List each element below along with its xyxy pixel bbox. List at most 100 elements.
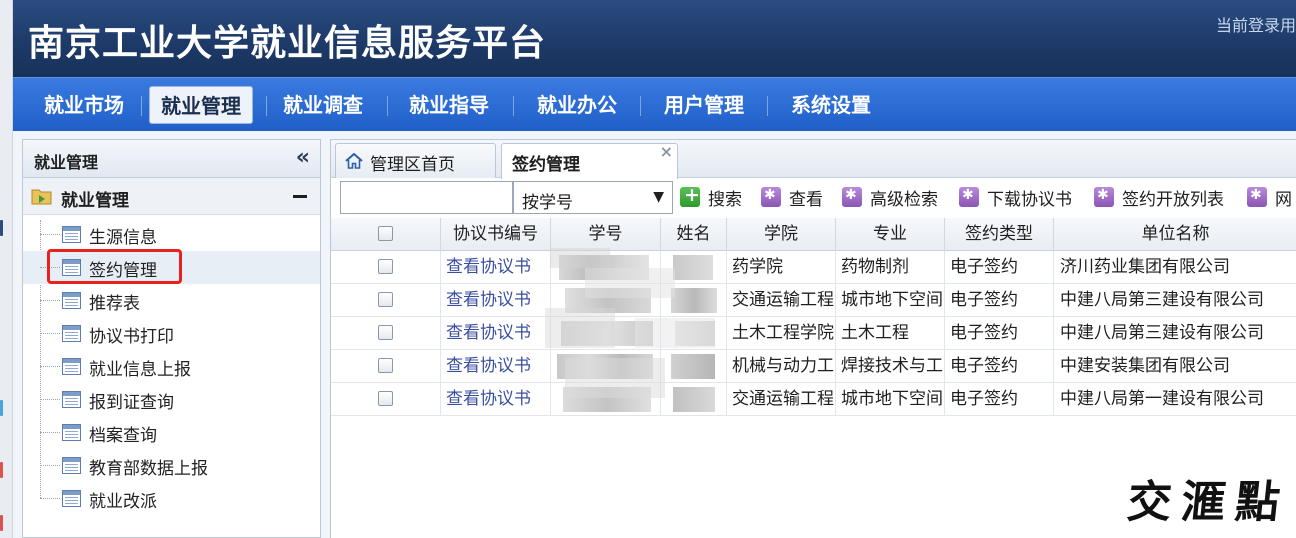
app-window: 南京工业大学就业信息服务平台 当前登录用户 就业市场 就业管理 就业调查 就业指… — [0, 0, 1296, 538]
tab-bar: 管理区首页 签约管理 × — [331, 140, 1296, 179]
college-cell: 药学院 — [727, 251, 836, 284]
nav-item-employment-guidance[interactable]: 就业指导 — [397, 86, 501, 124]
column-header[interactable]: 学号 — [551, 218, 661, 251]
major-cell: 城市地下空间 — [836, 284, 945, 317]
college-cell: 交通运输工程 — [727, 284, 836, 317]
download-agreement-button[interactable]: 下载协议书 — [959, 183, 1085, 213]
sign-type-cell: 电子签约 — [945, 317, 1054, 350]
advanced-search-button[interactable]: 高级检索 — [842, 183, 950, 213]
table-doc-icon — [62, 292, 81, 309]
table-row[interactable]: 查看协议书 交通运输工程 城市地下空间 电子签约 中建八局第一建设有限公司 — [331, 383, 1296, 416]
view-agreement-link[interactable]: 查看协议书 — [441, 317, 551, 350]
sidebar-item-archive-query[interactable]: 档案查询 — [23, 416, 320, 449]
sidebar-item-label: 就业信息上报 — [89, 360, 191, 380]
background-window-edge — [0, 0, 13, 538]
table-row[interactable]: 查看协议书 交通运输工程 城市地下空间 电子签约 中建八局第三建设有限公司 — [331, 284, 1296, 317]
sidebar-item-employment-report[interactable]: 就业信息上报 — [23, 350, 320, 383]
student-id-cell — [551, 284, 661, 317]
nav-item-system-settings[interactable]: 系统设置 — [779, 86, 883, 124]
sidebar-item-signing-management[interactable]: 签约管理 — [23, 251, 320, 284]
table-doc-icon — [62, 490, 81, 507]
sidebar-group-header[interactable]: 就业管理 — [23, 178, 320, 215]
table-row[interactable]: 查看协议书 药学院 药物制剂 电子签约 济川药业集团有限公司 — [331, 251, 1296, 284]
column-header[interactable]: 专业 — [836, 218, 945, 251]
table-doc-icon — [62, 325, 81, 342]
nav-item-job-market[interactable]: 就业市场 — [29, 86, 139, 124]
column-header[interactable]: 协议书编号 — [441, 218, 551, 251]
advanced-search-label: 高级检索 — [870, 190, 938, 210]
signing-open-list-label: 签约开放列表 — [1122, 190, 1224, 210]
nav-item-user-management[interactable]: 用户管理 — [652, 86, 756, 124]
table-row[interactable]: 查看协议书 土木工程学院 土木工程 电子签约 中建八局第三建设有限公司 — [331, 317, 1296, 350]
sidebar-item-student-source[interactable]: 生源信息 — [23, 218, 320, 251]
row-checkbox[interactable] — [378, 325, 393, 340]
web-button-label: 网 — [1275, 190, 1292, 210]
major-cell: 药物制剂 — [836, 251, 945, 284]
table-row[interactable]: 查看协议书 机械与动力工 焊接技术与工 电子签约 中建安装集团有限公司 — [331, 350, 1296, 383]
sidebar-item-label: 就业改派 — [89, 492, 157, 512]
table-header-row: 协议书编号 学号 姓名 学院 专业 签约类型 单位名称 — [331, 218, 1296, 251]
student-name-cell — [661, 284, 727, 317]
close-icon[interactable]: × — [660, 142, 673, 161]
table-doc-icon — [62, 391, 81, 408]
row-checkbox[interactable] — [378, 391, 393, 406]
view-button[interactable]: 查看 — [761, 183, 833, 213]
student-name-cell — [661, 317, 727, 350]
web-icon — [1247, 187, 1267, 207]
collapse-minus-icon[interactable] — [293, 195, 307, 198]
column-header[interactable]: 签约类型 — [945, 218, 1054, 251]
nav-item-employment-management[interactable]: 就业管理 — [149, 86, 253, 124]
watermark-char: 交 — [1124, 477, 1175, 528]
watermark-char: 點 — [1232, 477, 1283, 528]
list-icon — [1094, 187, 1114, 207]
view-agreement-link[interactable]: 查看协议书 — [441, 251, 551, 284]
view-agreement-link[interactable]: 查看协议书 — [441, 383, 551, 416]
row-checkbox[interactable] — [378, 358, 393, 373]
nav-separator — [640, 96, 641, 116]
row-checkbox[interactable] — [378, 292, 393, 307]
double-chevron-left-icon[interactable]: « — [296, 145, 310, 171]
company-cell: 中建八局第三建设有限公司 — [1060, 323, 1264, 343]
header-select-all[interactable] — [331, 218, 441, 251]
nav-item-employment-office[interactable]: 就业办公 — [525, 86, 629, 124]
view-agreement-link[interactable]: 查看协议书 — [441, 350, 551, 383]
sidebar-item-label: 签约管理 — [89, 261, 157, 281]
tab-home[interactable]: 管理区首页 — [335, 143, 496, 178]
main-nav: 就业市场 就业管理 就业调查 就业指导 就业办公 用户管理 系统设置 — [13, 77, 1296, 131]
sidebar-item-report-certificate[interactable]: 报到证查询 — [23, 383, 320, 416]
sidebar: 就业管理 « 就业管理 生源信息 签约管理 推荐表 协议书打印 就业信息上报 报… — [22, 139, 321, 538]
sidebar-item-label: 档案查询 — [89, 426, 157, 446]
search-input[interactable] — [340, 181, 513, 214]
column-header[interactable]: 学院 — [727, 218, 836, 251]
sidebar-title: 就业管理 — [34, 153, 99, 172]
row-checkbox[interactable] — [378, 259, 393, 274]
view-button-label: 查看 — [789, 190, 823, 210]
sidebar-item-recommendation-form[interactable]: 推荐表 — [23, 284, 320, 317]
sidebar-header: 就业管理 « — [23, 140, 320, 178]
sidebar-item-agreement-print[interactable]: 协议书打印 — [23, 317, 320, 350]
tab-signing-management[interactable]: 签约管理 × — [501, 142, 678, 179]
signing-open-list-button[interactable]: 签约开放列表 — [1094, 183, 1238, 213]
sidebar-item-label: 教育部数据上报 — [89, 459, 208, 479]
student-id-cell — [551, 383, 661, 416]
search-button[interactable]: 搜索 — [680, 183, 752, 213]
folder-icon — [31, 189, 52, 205]
nav-item-employment-survey[interactable]: 就业调查 — [271, 86, 375, 124]
search-field-select[interactable]: 按学号 ▼ — [513, 181, 673, 214]
nav-separator — [266, 96, 267, 116]
table-doc-icon — [62, 226, 81, 243]
column-header[interactable]: 姓名 — [661, 218, 727, 251]
table-doc-icon — [62, 457, 81, 474]
view-agreement-link[interactable]: 查看协议书 — [441, 284, 551, 317]
column-header[interactable]: 单位名称 — [1054, 218, 1296, 251]
advanced-search-icon — [842, 187, 862, 207]
web-button[interactable]: 网 — [1247, 183, 1296, 213]
nav-separator — [767, 96, 768, 116]
search-button-label: 搜索 — [708, 190, 742, 210]
sidebar-item-moe-data-report[interactable]: 教育部数据上报 — [23, 449, 320, 482]
sidebar-item-reassignment[interactable]: 就业改派 — [23, 482, 320, 515]
select-all-checkbox[interactable] — [378, 226, 393, 241]
sidebar-item-label: 协议书打印 — [89, 327, 174, 347]
student-name-cell — [661, 350, 727, 383]
toolbar: 按学号 ▼ 搜索 查看 高级检索 下载协议书 签约开放列表 — [331, 179, 1296, 217]
